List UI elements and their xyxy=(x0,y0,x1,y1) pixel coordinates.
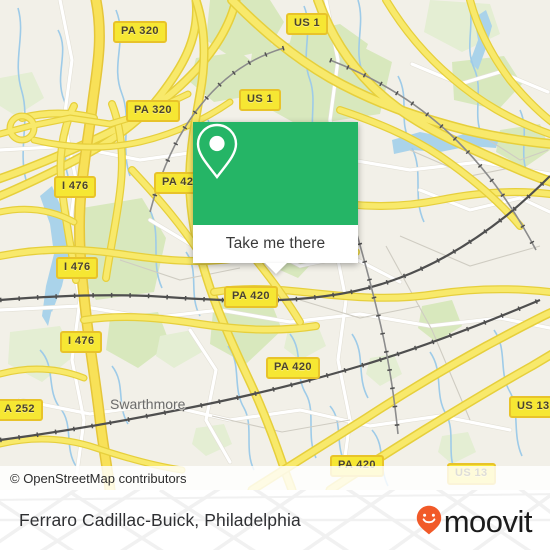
road-shield: US 1 xyxy=(239,89,282,111)
card-pointer xyxy=(264,263,287,274)
road-shield: US 13 xyxy=(509,396,550,418)
take-me-there-label: Take me there xyxy=(225,235,326,252)
map-pin-icon xyxy=(196,123,238,180)
place-label: Swarthmore xyxy=(110,396,186,412)
moovit-wordmark: moovit xyxy=(443,503,533,539)
road-shield: PA 320 xyxy=(126,100,180,122)
road-shield: I 476 xyxy=(56,257,99,279)
attribution-text[interactable]: © OpenStreetMap contributors xyxy=(10,471,187,486)
take-me-there-card[interactable]: Take me there xyxy=(193,122,358,274)
road-shield: A 252 xyxy=(0,399,43,421)
map-canvas[interactable]: .park{fill:#d8e8bd;} .park2{fill:#e4eed3… xyxy=(0,0,550,490)
moovit-logo[interactable]: moovit xyxy=(416,490,533,550)
road-shield: PA 320 xyxy=(113,21,167,43)
road-shield: PA 420 xyxy=(224,286,278,308)
map-attribution-bar: © OpenStreetMap contributors xyxy=(0,466,550,490)
footer-bar: Ferraro Cadillac-Buick, Philadelphia moo… xyxy=(0,490,550,550)
card-pin-area xyxy=(193,122,358,225)
road-shield: PA 420 xyxy=(266,357,320,379)
road-shield: I 476 xyxy=(60,331,103,353)
road-shield: US 1 xyxy=(286,13,329,35)
page-title: Ferraro Cadillac-Buick, Philadelphia xyxy=(19,509,301,530)
take-me-there-button[interactable]: Take me there xyxy=(193,225,358,263)
map-screenshot: .park{fill:#d8e8bd;} .park2{fill:#e4eed3… xyxy=(0,0,550,550)
road-shield: I 476 xyxy=(54,176,97,198)
moovit-pin-icon xyxy=(416,505,441,535)
